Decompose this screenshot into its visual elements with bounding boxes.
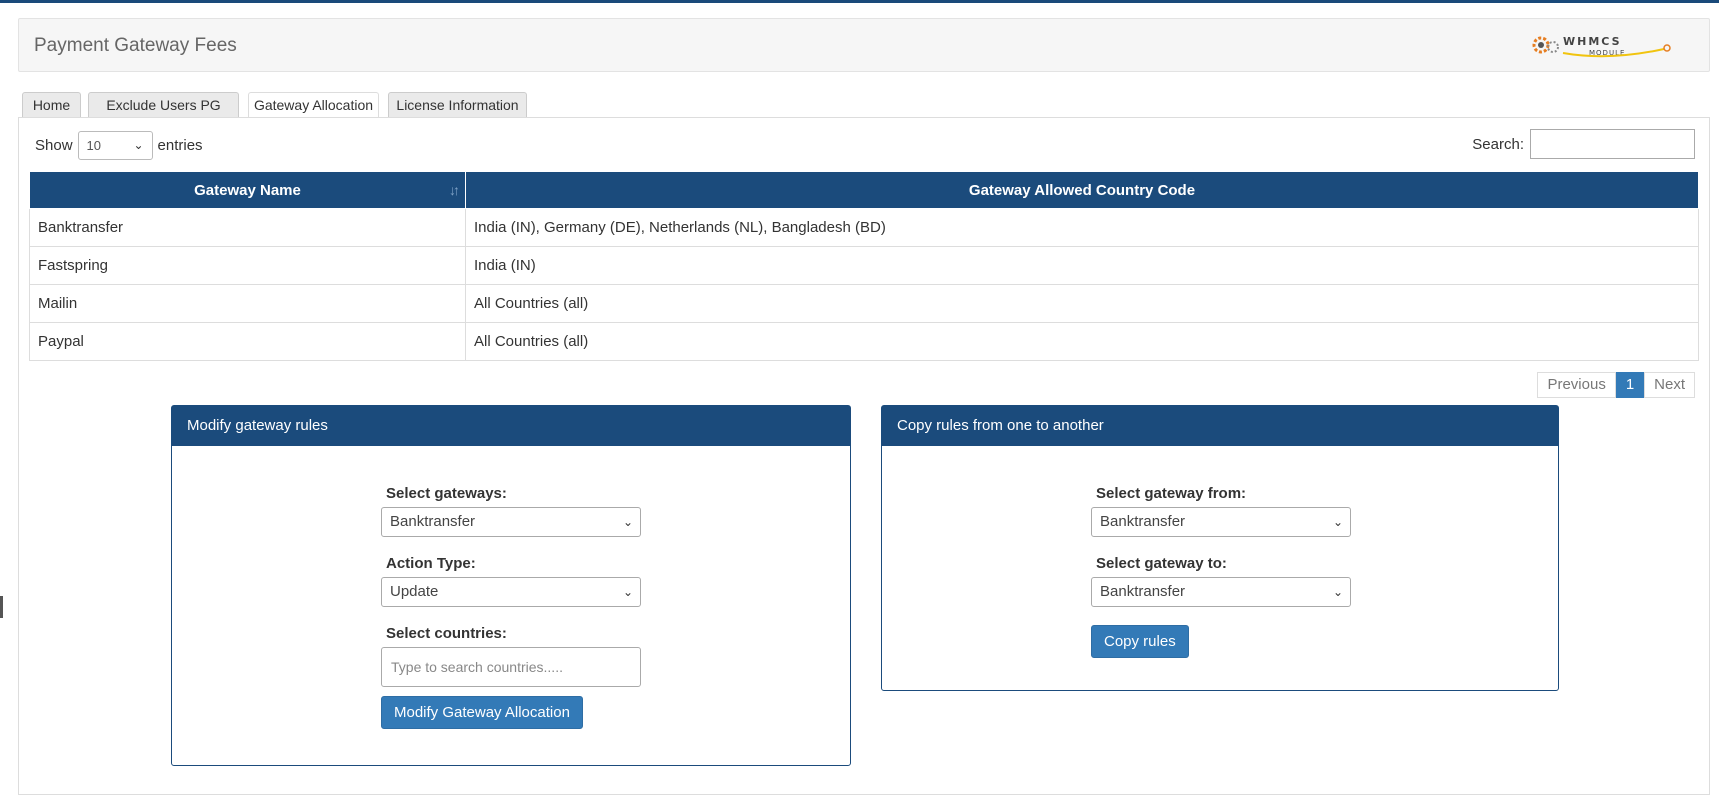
modify-gateway-allocation-button[interactable]: Modify Gateway Allocation — [381, 696, 583, 729]
top-accent-bar — [0, 0, 1719, 3]
card-title: Copy rules from one to another — [882, 406, 1558, 446]
select-gateway-from-dropdown[interactable]: Banktransfer ⌄ — [1091, 507, 1351, 537]
select-gateway-to-dropdown[interactable]: Banktransfer ⌄ — [1091, 577, 1351, 607]
tab-license-information[interactable]: License Information — [388, 92, 527, 118]
sort-icon[interactable]: ↓↑ — [449, 182, 460, 198]
select-gateways-label: Select gateways: — [386, 485, 507, 502]
copy-rules-button[interactable]: Copy rules — [1091, 625, 1189, 658]
pagination-next[interactable]: Next — [1644, 372, 1695, 398]
cell-country-code: All Countries (all) — [465, 284, 1699, 323]
search-label: Search: — [1472, 135, 1524, 153]
modify-gateway-rules-card: Modify gateway rules Select gateways: Ba… — [171, 405, 851, 766]
table-row: Mailin All Countries (all) — [29, 284, 1699, 323]
column-header-gateway-name[interactable]: Gateway Name ↓↑ — [29, 171, 466, 209]
gateway-table: Gateway Name ↓↑ Gateway Allowed Country … — [29, 171, 1699, 361]
pagination: Previous 1 Next — [1537, 372, 1695, 398]
select-gateway-to-label: Select gateway to: — [1096, 555, 1227, 572]
select-countries-label: Select countries: — [386, 625, 507, 642]
show-entries-control: Show 10 ⌄ entries — [35, 131, 203, 160]
pagination-page-1[interactable]: 1 — [1615, 372, 1645, 398]
show-label: Show — [35, 137, 73, 154]
countries-search-input[interactable]: Type to search countries..... — [381, 647, 641, 687]
page-header: Payment Gateway Fees WHMCS MODULE — [18, 18, 1710, 72]
tab-gateway-allocation[interactable]: Gateway Allocation — [248, 92, 379, 119]
table-row: Fastspring India (IN) — [29, 246, 1699, 285]
column-header-label: Gateway Name — [194, 181, 301, 199]
entries-label: entries — [157, 137, 203, 154]
cell-country-code: India (IN) — [465, 246, 1699, 285]
action-type-dropdown[interactable]: Update ⌄ — [381, 577, 641, 607]
chevron-down-icon: ⌄ — [1332, 585, 1343, 599]
select-gateway-from-value: Banktransfer — [1100, 513, 1186, 530]
column-header-label: Gateway Allowed Country Code — [968, 181, 1196, 199]
left-edge-marker — [0, 596, 3, 618]
whmcs-module-logo: WHMCS MODULE — [1532, 35, 1671, 58]
action-type-value: Update — [390, 583, 439, 600]
entries-select[interactable]: 10 ⌄ — [77, 131, 153, 160]
chevron-down-icon: ⌄ — [1332, 515, 1343, 529]
select-gateways-dropdown[interactable]: Banktransfer ⌄ — [381, 507, 641, 537]
chevron-down-icon: ⌄ — [622, 585, 633, 599]
table-row: Banktransfer India (IN), Germany (DE), N… — [29, 208, 1699, 247]
cell-gateway-name: Paypal — [29, 322, 466, 361]
tab-exclude-users[interactable]: Exclude Users PG Fees — [88, 92, 239, 138]
chevron-down-icon: ⌄ — [622, 515, 633, 529]
cell-gateway-name: Banktransfer — [29, 208, 466, 247]
cell-country-code: All Countries (all) — [465, 322, 1699, 361]
entries-select-value: 10 — [86, 138, 101, 153]
column-header-country-code: Gateway Allowed Country Code — [465, 171, 1699, 209]
cell-gateway-name: Mailin — [29, 284, 466, 323]
page-title: Payment Gateway Fees — [34, 35, 237, 56]
table-header-row: Gateway Name ↓↑ Gateway Allowed Country … — [29, 171, 1699, 209]
tab-content-panel: Show 10 ⌄ entries Search: Gateway Name ↓… — [18, 117, 1710, 795]
tab-home[interactable]: Home — [22, 92, 81, 118]
select-gateway-to-value: Banktransfer — [1100, 583, 1186, 600]
search-input[interactable] — [1530, 129, 1695, 159]
cell-gateway-name: Fastspring — [29, 246, 466, 285]
action-type-label: Action Type: — [386, 555, 476, 572]
pagination-previous[interactable]: Previous — [1537, 372, 1616, 398]
table-search: Search: — [1472, 129, 1695, 159]
chevron-down-icon: ⌄ — [133, 138, 144, 152]
copy-rules-card: Copy rules from one to another Select ga… — [881, 405, 1559, 691]
select-gateways-value: Banktransfer — [390, 513, 476, 530]
select-gateway-from-label: Select gateway from: — [1096, 485, 1247, 502]
cell-country-code: India (IN), Germany (DE), Netherlands (N… — [465, 208, 1699, 247]
card-title: Modify gateway rules — [172, 406, 850, 446]
svg-text:WHMCS: WHMCS — [1563, 35, 1622, 48]
table-row: Paypal All Countries (all) — [29, 322, 1699, 361]
